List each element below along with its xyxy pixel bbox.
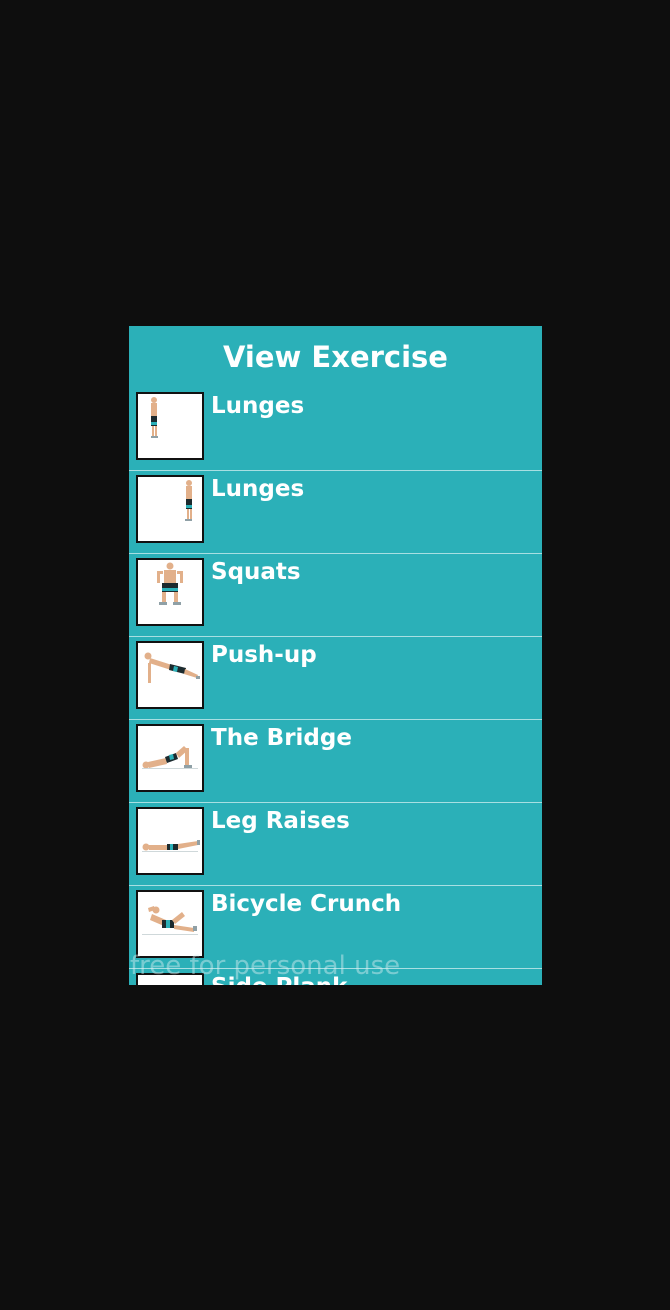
dialog-title: View Exercise [223,340,448,374]
list-item-label: Lunges [211,476,305,502]
bridge-icon [136,724,204,792]
list-item[interactable]: Squats [129,554,542,637]
list-item-label: Squats [211,559,301,585]
list-item[interactable]: Bicycle Crunch [129,886,542,969]
lunges-standing-icon [136,392,204,460]
list-item[interactable]: Side Plank [129,969,542,985]
list-item[interactable]: Leg Raises [129,803,542,886]
lunges-standing-side-icon [136,475,204,543]
exercise-list[interactable]: Lunges Lunges Squats Push-up The Bridge … [129,388,542,985]
side-plank-icon [136,973,204,985]
list-item[interactable]: Lunges [129,471,542,554]
list-item[interactable]: Lunges [129,388,542,471]
bicycle-crunch-icon [136,890,204,958]
list-item-label: Lunges [211,393,305,419]
list-item-label: Push-up [211,642,317,668]
squats-icon [136,558,204,626]
list-item-label: Leg Raises [211,808,350,834]
list-item-label: Bicycle Crunch [211,891,402,917]
push-up-icon [136,641,204,709]
exercise-dialog: View Exercise Lunges Lunges Squats Push-… [129,326,542,985]
leg-raises-icon [136,807,204,875]
list-item-label: Side Plank [211,974,347,985]
list-item-label: The Bridge [211,725,352,751]
list-item[interactable]: The Bridge [129,720,542,803]
list-item[interactable]: Push-up [129,637,542,720]
